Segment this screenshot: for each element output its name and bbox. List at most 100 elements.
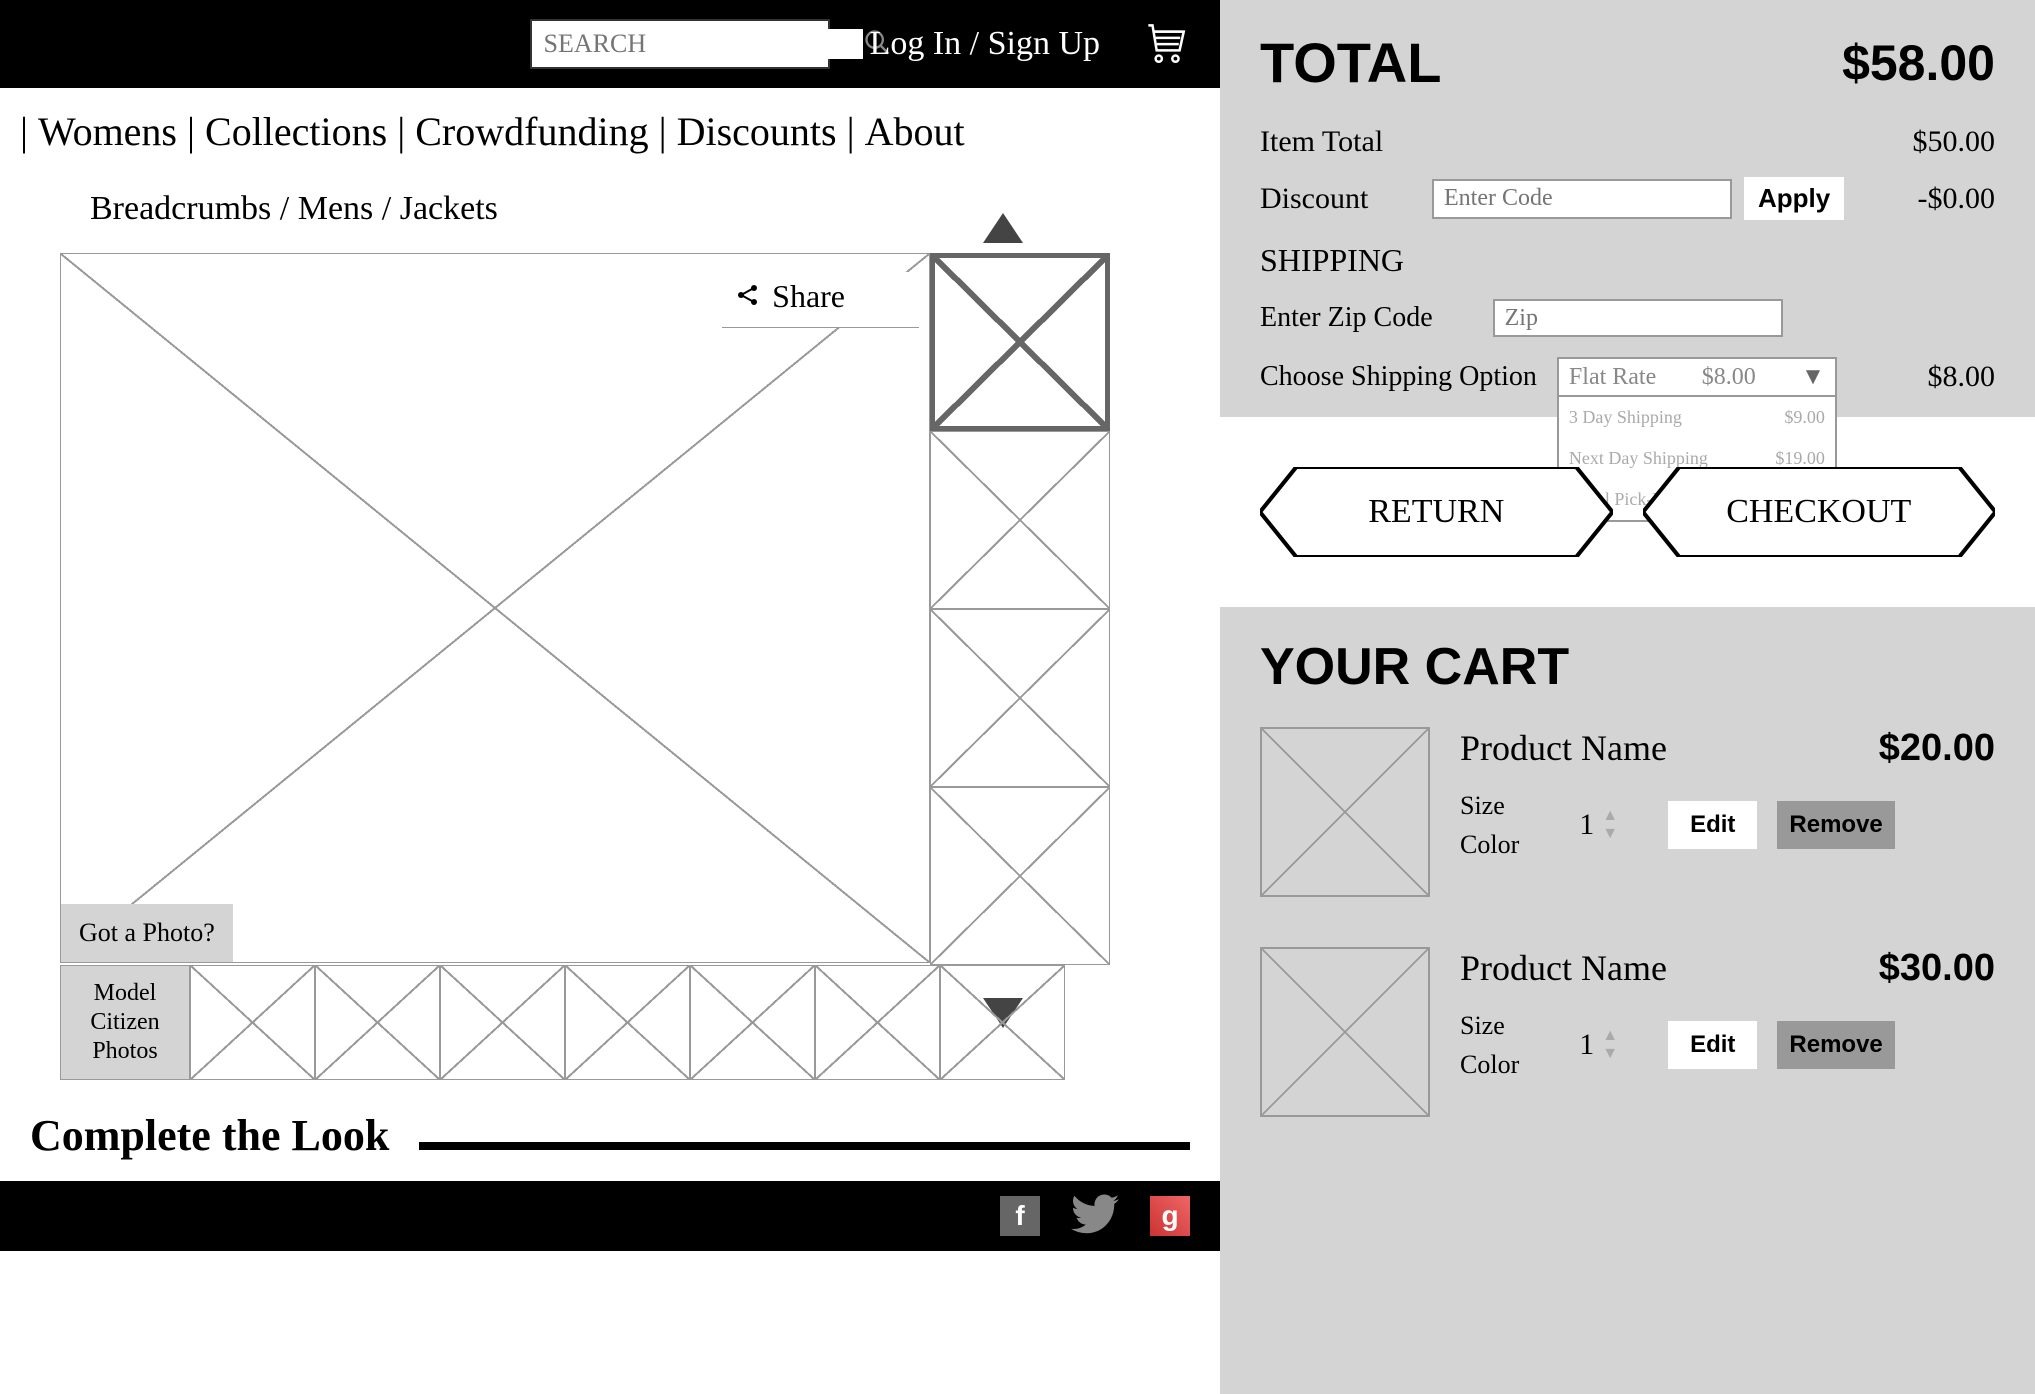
remove-button[interactable]: Remove <box>1777 801 1894 849</box>
item-total-value: $50.00 <box>1913 125 1996 159</box>
user-photo-thumbnail[interactable] <box>815 965 940 1080</box>
qty-down-icon[interactable]: ▼ <box>1602 825 1618 843</box>
mc-line: Citizen <box>90 1008 159 1037</box>
nav-separator: | <box>397 108 405 155</box>
share-button[interactable]: Share <box>722 272 919 328</box>
model-citizen-row: Model Citizen Photos <box>0 965 1220 1080</box>
quantity-value: 1 <box>1579 808 1594 842</box>
edit-button[interactable]: Edit <box>1668 1021 1757 1069</box>
totals-panel: TOTAL $58.00 Item Total $50.00 Discount … <box>1220 0 2035 417</box>
product-thumbnail[interactable] <box>930 787 1110 965</box>
edit-button[interactable]: Edit <box>1668 801 1757 849</box>
user-photo-thumbnail[interactable] <box>690 965 815 1080</box>
shipping-selected-price: $8.00 <box>1702 364 1756 391</box>
total-title: TOTAL <box>1260 30 1441 95</box>
user-photo-thumbnail[interactable] <box>940 965 1065 1080</box>
product-thumbnail[interactable] <box>930 431 1110 609</box>
cart-icon[interactable] <box>1140 17 1190 72</box>
your-cart-panel: YOUR CART Product Name $20.00 Size Color… <box>1220 607 2035 1197</box>
chevron-down-icon: ▼ <box>1801 364 1825 391</box>
got-photo-button[interactable]: Got a Photo? <box>61 904 233 962</box>
mc-line: Photos <box>92 1037 157 1066</box>
checkout-button[interactable]: CHECKOUT <box>1643 467 1996 557</box>
divider-line <box>419 1142 1190 1150</box>
size-label: Size <box>1460 1006 1519 1045</box>
footer: f g <box>0 1181 1220 1251</box>
user-photo-thumbnail[interactable] <box>315 965 440 1080</box>
cart-item-image[interactable] <box>1260 727 1430 897</box>
model-citizen-photos-label[interactable]: Model Citizen Photos <box>60 965 190 1080</box>
size-color-labels: Size Color <box>1460 786 1519 864</box>
color-label: Color <box>1460 1045 1519 1084</box>
google-plus-icon[interactable]: g <box>1150 1196 1190 1236</box>
product-thumbnail[interactable] <box>930 253 1110 431</box>
shipping-value: $8.00 <box>1928 360 1996 394</box>
apply-button[interactable]: Apply <box>1744 177 1844 220</box>
return-button[interactable]: RETURN <box>1260 467 1613 557</box>
shipping-option[interactable]: 3 Day Shipping $9.00 <box>1559 397 1835 438</box>
discount-value: -$0.00 <box>1918 182 1996 216</box>
shipping-option-label: Choose Shipping Option <box>1260 361 1537 393</box>
shipping-title: SHIPPING <box>1260 242 1995 279</box>
zip-label: Enter Zip Code <box>1260 302 1433 334</box>
product-thumbnail[interactable] <box>930 609 1110 787</box>
thumbnail-column <box>930 253 1110 965</box>
total-amount: $58.00 <box>1842 34 1995 92</box>
main-product-image[interactable]: Share Got a Photo? <box>60 253 930 963</box>
complete-the-look-section: Complete the Look <box>0 1080 1220 1181</box>
ship-opt-name: 3 Day Shipping <box>1569 407 1682 428</box>
qty-up-icon[interactable]: ▲ <box>1602 807 1618 825</box>
ship-opt-price: $9.00 <box>1784 407 1825 428</box>
checkout-label: CHECKOUT <box>1726 493 1911 531</box>
nav-separator: | <box>659 108 667 155</box>
qty-down-icon[interactable]: ▼ <box>1602 1045 1618 1063</box>
cart-item-name: Product Name <box>1460 947 1667 990</box>
ship-opt-price: $19.00 <box>1775 448 1825 469</box>
search-input[interactable] <box>544 29 863 59</box>
user-photo-thumbnail[interactable] <box>565 965 690 1080</box>
quantity-stepper[interactable]: 1 ▲ ▼ <box>1579 1027 1618 1063</box>
nav-item-about[interactable]: About <box>865 108 965 155</box>
nav-item-collections[interactable]: Collections <box>205 108 387 155</box>
cart-item-name: Product Name <box>1460 727 1667 770</box>
ship-opt-name: Next Day Shipping <box>1569 448 1708 469</box>
nav-separator: | <box>847 108 855 155</box>
cart-item-price: $20.00 <box>1879 727 1995 770</box>
share-label: Share <box>772 278 845 315</box>
cart-item-image[interactable] <box>1260 947 1430 1117</box>
your-cart-title: YOUR CART <box>1260 637 1995 697</box>
shipping-option-select[interactable]: Flat Rate $8.00 ▼ 3 Day Shipping $9.00 N… <box>1557 357 1837 397</box>
login-signup-link[interactable]: Log In / Sign Up <box>870 25 1100 63</box>
cart-item: Product Name $30.00 Size Color 1 ▲ ▼ <box>1260 947 1995 1117</box>
return-label: RETURN <box>1368 493 1504 531</box>
remove-button[interactable]: Remove <box>1777 1021 1894 1069</box>
complete-the-look-title: Complete the Look <box>30 1110 389 1161</box>
color-label: Color <box>1460 825 1519 864</box>
user-photo-thumbnail[interactable] <box>440 965 565 1080</box>
zip-input[interactable] <box>1493 299 1783 337</box>
twitter-icon[interactable] <box>1070 1194 1120 1239</box>
nav-item-discounts[interactable]: Discounts <box>677 108 837 155</box>
quantity-value: 1 <box>1579 1028 1594 1062</box>
quantity-stepper[interactable]: 1 ▲ ▼ <box>1579 807 1618 843</box>
item-total-label: Item Total <box>1260 125 1383 159</box>
size-label: Size <box>1460 786 1519 825</box>
search-box[interactable] <box>530 19 830 69</box>
thumbnail-up-arrow[interactable] <box>938 213 1068 248</box>
shipping-selected-name: Flat Rate <box>1569 364 1656 391</box>
nav-item-womens[interactable]: Womens <box>38 108 177 155</box>
product-gallery: Share Got a Photo? <box>0 253 1220 965</box>
nav-item-crowdfunding[interactable]: Crowdfunding <box>415 108 648 155</box>
size-color-labels: Size Color <box>1460 1006 1519 1084</box>
facebook-icon[interactable]: f <box>1000 1196 1040 1236</box>
cart-item: Product Name $20.00 Size Color 1 ▲ ▼ <box>1260 727 1995 897</box>
main-nav: | Womens | Collections | Crowdfunding | … <box>0 88 1220 175</box>
nav-separator: | <box>20 108 28 155</box>
user-photo-thumbnail[interactable] <box>190 965 315 1080</box>
cart-item-price: $30.00 <box>1879 947 1995 990</box>
discount-code-input[interactable] <box>1432 179 1732 219</box>
qty-up-icon[interactable]: ▲ <box>1602 1027 1618 1045</box>
nav-separator: | <box>187 108 195 155</box>
topbar: Log In / Sign Up <box>0 0 1220 88</box>
share-icon <box>736 278 760 315</box>
